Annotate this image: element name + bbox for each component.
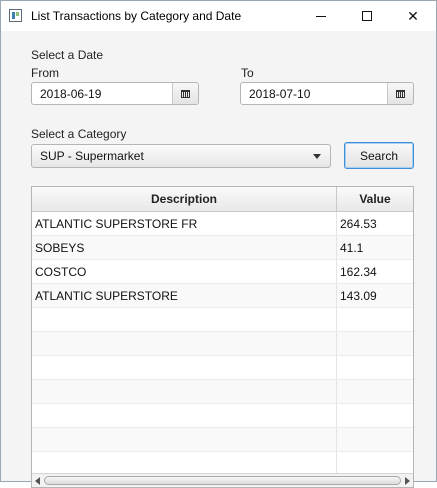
category-selected-value: SUP - Supermarket — [40, 149, 144, 163]
select-date-label: Select a Date — [31, 48, 104, 62]
app-window-icon — [9, 9, 22, 22]
chevron-down-icon — [313, 153, 321, 159]
cell-value: 264.53 — [340, 216, 377, 231]
close-button[interactable]: ✕ — [390, 1, 436, 31]
to-date-picker[interactable]: 2018-07-10 — [240, 82, 414, 105]
table-body: ATLANTIC SUPERSTORE FR 264.53 SOBEYS 41.… — [32, 212, 413, 476]
cell-value — [337, 308, 413, 331]
table-row — [32, 356, 413, 380]
calendar-icon — [181, 89, 190, 98]
scroll-left-icon[interactable] — [35, 477, 40, 485]
cell-description — [32, 452, 337, 475]
cell-description — [32, 308, 337, 331]
table-row — [32, 308, 413, 332]
from-date-input[interactable]: 2018-06-19 — [32, 87, 172, 101]
maximize-button[interactable] — [344, 1, 390, 31]
table-row — [32, 332, 413, 356]
to-calendar-button[interactable] — [387, 83, 413, 104]
maximize-icon — [362, 11, 372, 21]
cell-description: COSTCO — [32, 260, 337, 283]
window-title: List Transactions by Category and Date — [31, 9, 242, 23]
cell-value: 162.34 — [340, 264, 377, 279]
cell-value — [337, 428, 413, 451]
table-header: Description Value — [32, 187, 413, 212]
table-row[interactable]: SOBEYS 41.1 — [32, 236, 413, 260]
cell-description — [32, 356, 337, 379]
cell-value — [337, 404, 413, 427]
table-row[interactable]: COSTCO 162.34 — [32, 260, 413, 284]
cell-description: ATLANTIC SUPERSTORE FR — [32, 212, 337, 235]
table-row[interactable]: ATLANTIC SUPERSTORE FR 264.53 — [32, 212, 413, 236]
cell-value — [337, 452, 413, 475]
from-calendar-button[interactable] — [172, 83, 198, 104]
to-date-input[interactable]: 2018-07-10 — [241, 87, 387, 101]
from-date-picker[interactable]: 2018-06-19 — [31, 82, 199, 105]
from-label: From — [31, 66, 59, 80]
cell-value: 143.09 — [340, 288, 377, 303]
scrollbar-thumb[interactable] — [44, 476, 401, 485]
cell-value — [337, 380, 413, 403]
search-button[interactable]: Search — [344, 142, 414, 169]
close-icon: ✕ — [407, 7, 419, 24]
to-label: To — [241, 66, 254, 80]
app-window: List Transactions by Category and Date ✕… — [0, 0, 437, 488]
calendar-icon — [396, 89, 405, 98]
horizontal-scrollbar[interactable] — [32, 473, 413, 487]
select-category-label: Select a Category — [31, 127, 127, 141]
cell-description — [32, 332, 337, 355]
cell-value — [337, 332, 413, 355]
title-bar[interactable]: List Transactions by Category and Date ✕ — [1, 1, 436, 31]
table-row[interactable]: ATLANTIC SUPERSTORE 143.09 — [32, 284, 413, 308]
cell-description: SOBEYS — [32, 236, 337, 259]
cell-value: 41.1 — [340, 240, 364, 255]
table-row — [32, 380, 413, 404]
scroll-right-icon[interactable] — [405, 477, 410, 485]
table-row — [32, 404, 413, 428]
column-header-description[interactable]: Description — [32, 187, 337, 211]
transactions-table: Description Value ATLANTIC SUPERSTORE FR… — [31, 186, 414, 488]
main-content: Select a Date From To 2018-06-19 2018-07… — [1, 31, 436, 488]
cell-value — [337, 356, 413, 379]
minimize-icon — [316, 15, 326, 17]
category-dropdown[interactable]: SUP - Supermarket — [31, 144, 331, 168]
minimize-button[interactable] — [298, 1, 344, 31]
cell-description — [32, 428, 337, 451]
column-header-value[interactable]: Value — [337, 187, 413, 211]
cell-description: ATLANTIC SUPERSTORE — [32, 284, 337, 307]
table-row — [32, 428, 413, 452]
cell-description — [32, 404, 337, 427]
cell-description — [32, 380, 337, 403]
